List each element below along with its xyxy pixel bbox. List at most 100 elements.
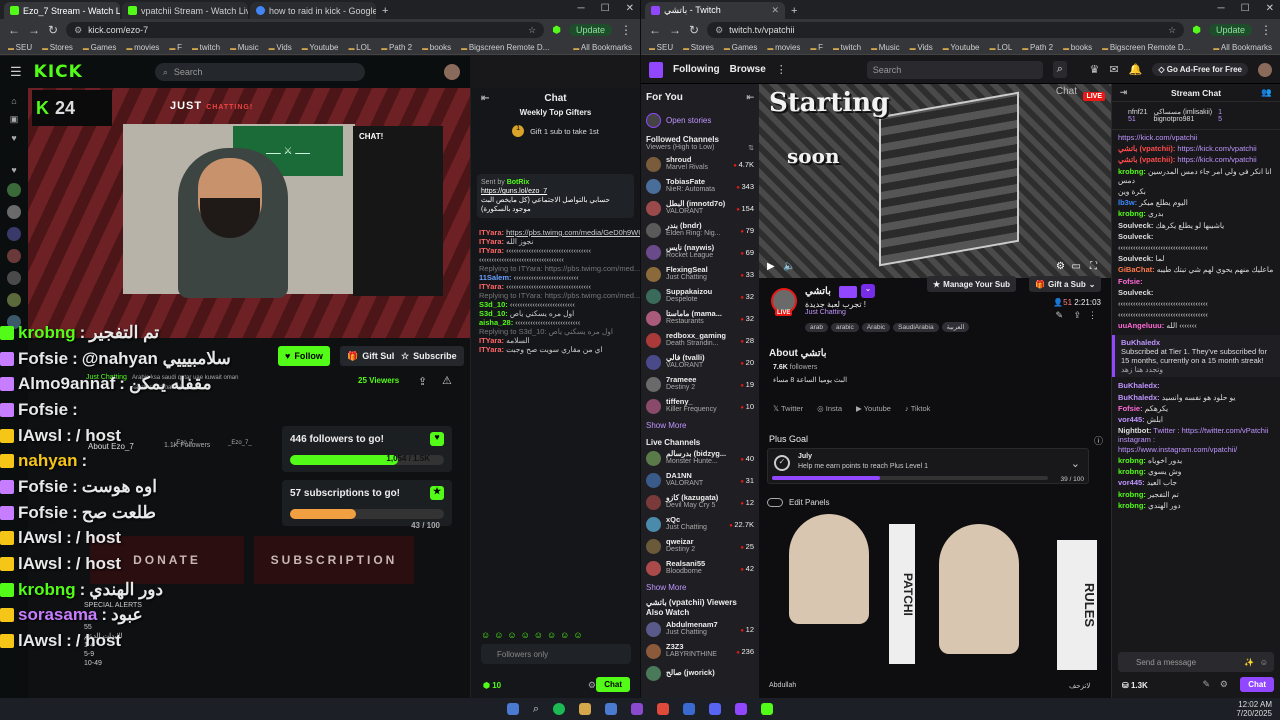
bookmark-item[interactable]: Bigscreen Remote D... (461, 43, 549, 52)
share-icon[interactable]: ⇪ (1073, 310, 1081, 321)
sidebar-channel-row[interactable]: tiffeny_Killer Frequency10 (646, 395, 754, 417)
manage-sub-button[interactable]: ★ Manage Your Sub (927, 276, 1016, 292)
url-field[interactable]: ⚙ twitch.tv/vpatchii ☆ (707, 22, 1185, 38)
sidebar-channel-row[interactable]: shroudMarvel Rivals4.7K (646, 153, 754, 175)
kick-chat-send-button[interactable]: Chat (596, 677, 630, 692)
fullscreen-icon[interactable]: ⛶ (1090, 261, 1097, 272)
browser-icon[interactable] (657, 703, 670, 715)
crown-prime-icon[interactable]: ♛ (1090, 63, 1100, 76)
discord-icon[interactable] (709, 703, 722, 715)
show-more-link[interactable]: Show More (646, 583, 754, 592)
theatre-icon[interactable]: ▭ (1072, 261, 1081, 272)
sidebar-channel-row[interactable]: Realsani55Bloodborne42 (646, 557, 754, 579)
bookmark-item[interactable]: twitch (833, 43, 861, 52)
steam-icon[interactable] (683, 703, 696, 715)
sidebar-channel-row[interactable]: فالي (tvalli)VALORANT20 (646, 351, 754, 373)
collapse-sidebar-icon[interactable]: ⇤ (746, 92, 754, 103)
bookmark-item[interactable]: Games (83, 43, 117, 52)
patchi-panel[interactable]: PATCHI (889, 524, 915, 664)
bookmark-item[interactable]: Music (230, 43, 259, 52)
sidebar-channel-row[interactable]: البطل (imnotd7o)VALORANT154 (646, 197, 754, 219)
sidebar-channel-row[interactable]: redboxx_gamingDeath Strandin...28 (646, 329, 754, 351)
browse-icon[interactable]: ▣ (10, 114, 19, 125)
info-icon[interactable]: ⓘ (1094, 434, 1103, 447)
forward-icon[interactable]: → (669, 23, 681, 37)
bookmark-item[interactable]: SEU (649, 43, 673, 52)
channel-avatar[interactable] (7, 227, 21, 241)
app-icon[interactable] (605, 703, 618, 715)
tiktok-link[interactable]: ♪ Tiktok (905, 404, 930, 413)
search-icon[interactable]: ⌕ (533, 703, 539, 716)
bookmark-item[interactable]: twitch (192, 43, 220, 52)
ad-free-button[interactable]: ◇ Go Ad-Free for Free (1152, 63, 1248, 76)
bookmark-item[interactable]: LOL (990, 43, 1012, 52)
update-button[interactable]: Update (1208, 24, 1252, 36)
channel-avatar[interactable] (7, 205, 21, 219)
edit-panels-toggle[interactable]: Edit Panels (767, 498, 829, 507)
bookmark-item[interactable]: F (169, 43, 182, 52)
kick-search-input[interactable]: ⌕ Search (154, 63, 365, 81)
bookmark-star-icon[interactable]: ☆ (1168, 25, 1176, 36)
channel-avatar[interactable] (7, 293, 21, 307)
site-info-icon[interactable]: ⚙ (74, 25, 82, 36)
bookmark-item[interactable]: Vids (269, 43, 291, 52)
bookmark-item[interactable]: Stores (42, 43, 73, 52)
reload-icon[interactable]: ↻ (48, 23, 58, 37)
kick-chat-input[interactable]: Followers only (481, 644, 631, 664)
bookmark-item[interactable]: Path 2 (381, 43, 412, 52)
site-info-icon[interactable]: ⚙ (715, 25, 723, 36)
bookmark-item[interactable]: Path 2 (1022, 43, 1053, 52)
sidebar-channel-row[interactable]: نايس (naywis)Rocket League69 (646, 241, 754, 263)
more-dots-icon[interactable]: ⋮ (1088, 310, 1097, 321)
youtube-link[interactable]: ▶ Youtube (856, 404, 891, 413)
bookmark-item[interactable]: Youtube (943, 43, 979, 52)
volume-icon[interactable]: 🔈 (783, 261, 795, 272)
maximize-icon[interactable]: ☐ (601, 3, 610, 14)
channel-avatar[interactable] (7, 183, 21, 197)
user-avatar[interactable] (1258, 62, 1272, 77)
sidebar-channel-row[interactable]: صالح (jworick) (646, 662, 754, 684)
inbox-icon[interactable]: ✉ (1109, 63, 1118, 76)
close-window-icon[interactable]: ✕ (1266, 3, 1274, 14)
subscribe-button[interactable]: ☆ Subscribe (394, 346, 464, 366)
pinned-link[interactable]: https://guns.lol/ezo_7 (481, 187, 630, 196)
chat-settings-icon[interactable]: ⚙ (588, 680, 596, 691)
twitter-link[interactable]: 𝕏 Twitter (773, 404, 803, 413)
channel-points[interactable]: ⛁ 1.3K (1122, 681, 1148, 690)
share-icon[interactable]: ⇪ (418, 375, 427, 388)
search-icon[interactable]: ⌕ (1052, 61, 1067, 78)
kick-video-player[interactable]: K 24 JUST CHATTING! ـــــ ⚔ ـــــ CHAT! (28, 88, 470, 338)
report-icon[interactable]: ⚠ (442, 374, 452, 387)
extension-icon[interactable]: ⬢ (1192, 25, 1201, 36)
bookmark-item[interactable]: Youtube (302, 43, 338, 52)
bookmark-item[interactable]: books (1063, 43, 1092, 52)
bookmark-item[interactable]: Stores (683, 43, 714, 52)
file-explorer-icon[interactable] (579, 703, 592, 715)
home-icon[interactable]: ⌂ (11, 96, 16, 106)
new-tab-icon[interactable]: + (787, 5, 801, 19)
twitch-app-icon[interactable] (735, 703, 748, 715)
followed-channels-sort[interactable]: Viewers (High to Low) ⇅ (646, 144, 754, 152)
kick-app-icon[interactable] (761, 703, 774, 715)
menu-dots-icon[interactable]: ⋮ (1260, 23, 1272, 37)
sidebar-channel-row[interactable]: ماماستا (mama...Restaurants32 (646, 307, 754, 329)
settings-icon[interactable]: ⚙ (1056, 261, 1065, 272)
hamburger-menu-icon[interactable]: ☰ (10, 64, 22, 80)
sidebar-channel-row[interactable]: TobiasFateNieR: Automata343 (646, 175, 754, 197)
back-icon[interactable]: ← (649, 23, 661, 37)
reload-icon[interactable]: ↻ (689, 23, 699, 37)
tab-ezo7[interactable]: Ezo_7 Stream - Watch Live on✕ (4, 2, 120, 19)
sidebar-channel-row[interactable]: Abdulmenam7Just Chatting12 (646, 618, 754, 640)
bookmark-item[interactable]: SEU (8, 43, 32, 52)
twitch-chat-input[interactable]: Send a message ✨ ☺ (1118, 652, 1274, 672)
sidebar-channel-row[interactable]: بندر (bndr)Elden Ring: Nig...79 (646, 219, 754, 241)
stream-category[interactable]: Just Chatting (805, 309, 846, 316)
following-icon[interactable]: ♥ (11, 133, 16, 143)
open-stories-row[interactable]: Open stories (646, 109, 754, 131)
collapse-chat-icon[interactable]: ⇤ (481, 93, 489, 104)
bookmark-item[interactable]: Vids (910, 43, 932, 52)
pen-icon[interactable]: ✎ (1202, 679, 1210, 690)
all-bookmarks[interactable]: All Bookmarks (573, 43, 632, 52)
start-icon[interactable] (506, 703, 519, 715)
sidebar-channel-row[interactable]: DA1NNVALORANT31 (646, 469, 754, 491)
